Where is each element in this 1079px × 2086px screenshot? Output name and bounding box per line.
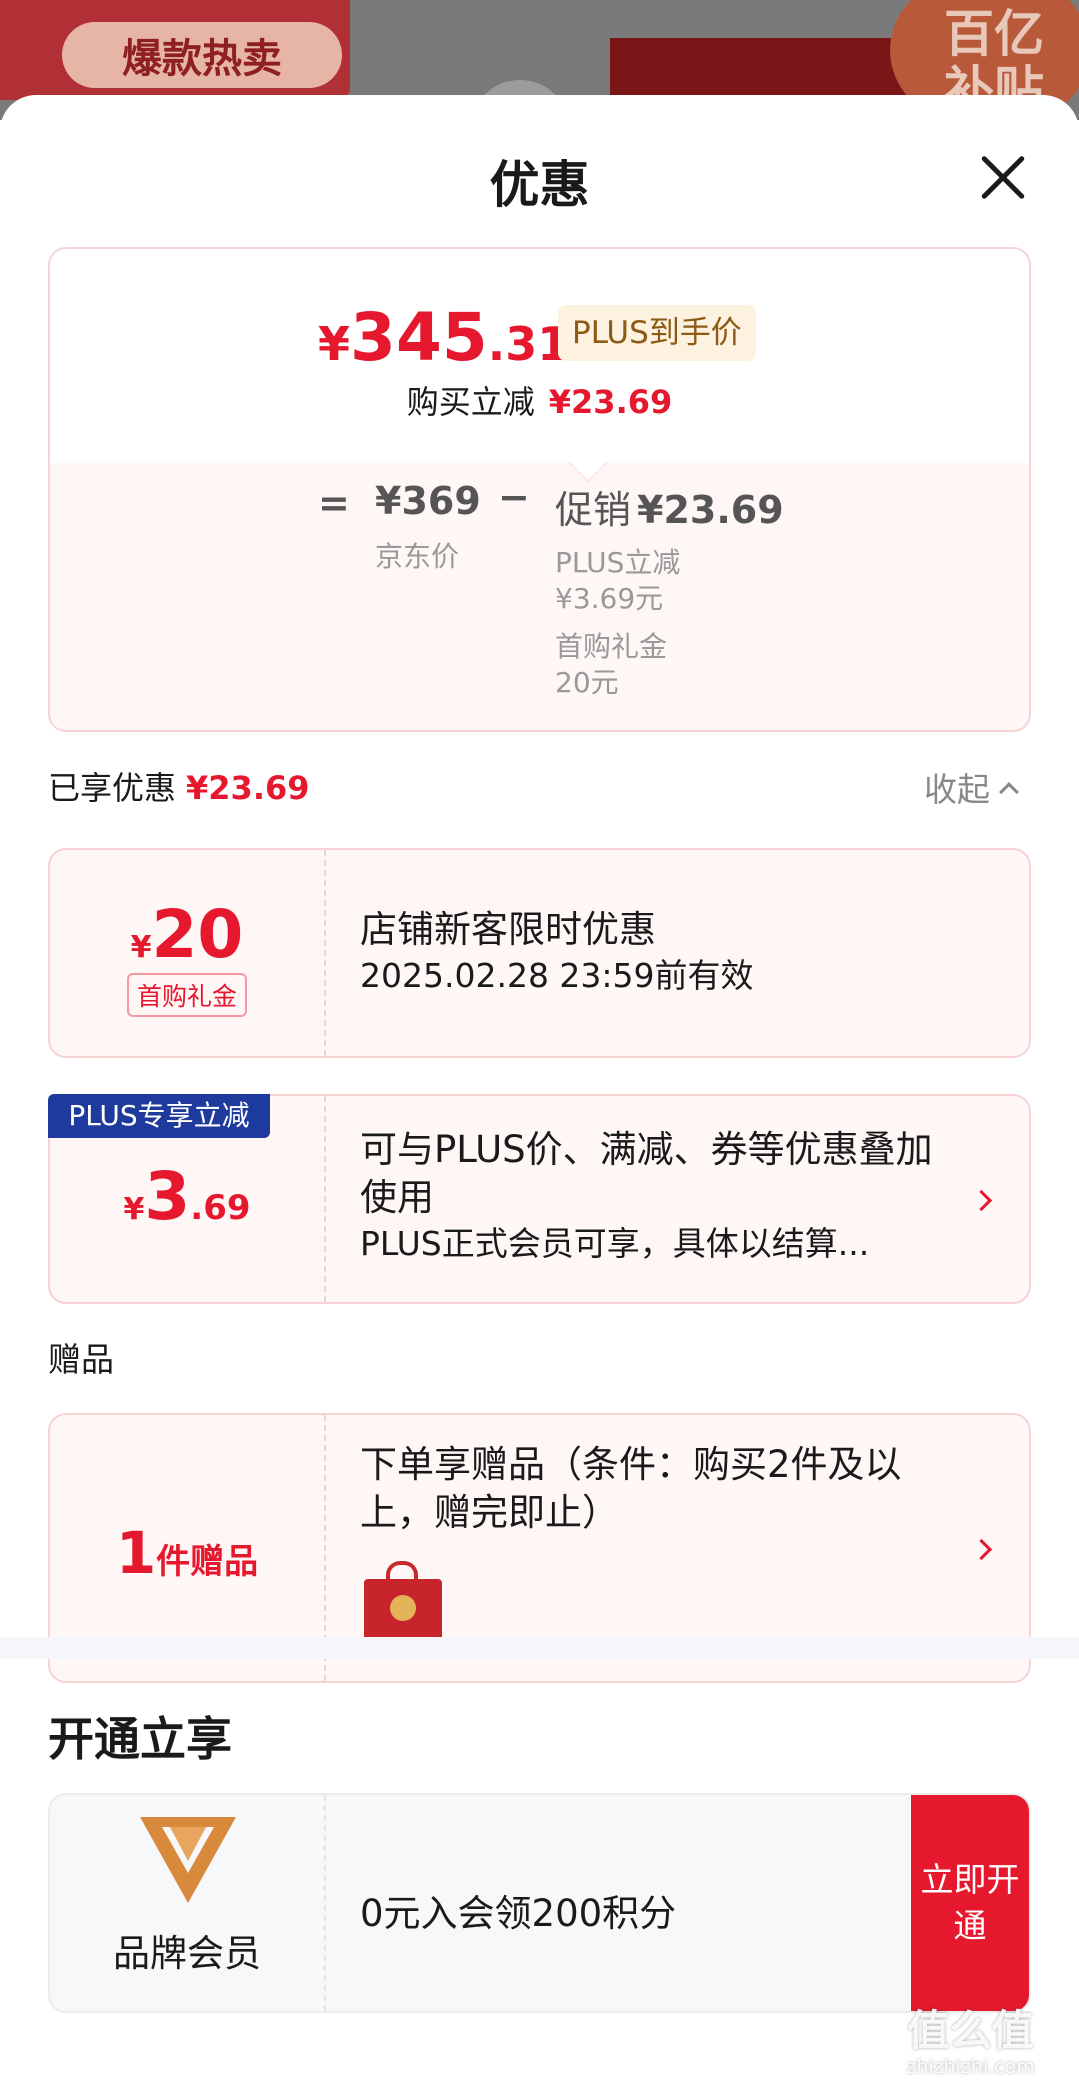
member-name: 品牌会员 [113, 1932, 261, 1975]
open-section-title: 开通立享 [48, 1712, 232, 1766]
chevron-right-icon[interactable] [970, 1189, 993, 1212]
coupon-amount: ¥20 [130, 896, 244, 973]
gift-section-label: 赠品 [48, 1340, 114, 1379]
coupon-title: 店铺新客限时优惠 [360, 908, 656, 951]
promo-detail-gift-value: 20元 [555, 666, 619, 699]
promo-total: 促销 ¥23.69 [555, 488, 784, 532]
coupon-condition: PLUS正式会员可享，具体以结算... [360, 1224, 870, 1263]
gift-title: 下单享赠品（条件：购买2件及以上，赠完即止） [360, 1443, 902, 1534]
promo-detail-gift-label: 首购礼金 [555, 630, 668, 663]
jd-price: ¥369 [375, 479, 481, 523]
plus-price-tag: PLUS到手价 [558, 305, 756, 361]
brand-v-logo-icon [140, 1817, 236, 1903]
chevron-up-icon [999, 782, 1019, 802]
enjoyed-discount: 已享优惠 ¥23.69 [48, 769, 310, 807]
coupon-plus-reduction[interactable]: PLUS专享立减 ¥3.69 可与PLUS价、满减、券等优惠叠加使用 PLUS正… [48, 1094, 1031, 1304]
site-watermark: 值么值 zhizhizhi.com [906, 2006, 1035, 2078]
jd-price-label: 京东价 [375, 540, 460, 573]
equals-sign: = [318, 481, 350, 525]
final-price: ¥345.31 [318, 299, 570, 376]
sheet-title: 优惠 [489, 156, 590, 214]
gift-bag-icon[interactable] [364, 1561, 442, 1645]
open-membership-button[interactable]: 立即开通 [911, 1795, 1029, 2011]
coupon-type-tag: 首购礼金 [126, 973, 247, 1017]
background-banner-pill: 爆款热卖 [62, 22, 342, 88]
promo-detail-plus-value: ¥3.69元 [555, 582, 664, 615]
minus-sign: − [498, 475, 530, 519]
coupon-title: 可与PLUS价、满减、券等优惠叠加使用 [360, 1128, 933, 1219]
brand-member-card[interactable]: 品牌会员 0元入会领200积分 立即开通 [48, 1793, 1031, 2013]
discount-sheet: 优惠 ¥345.31 PLUS到手价 购买立减 ¥23.69 = ¥369 京东价… [0, 95, 1079, 2086]
purchase-reduction: 购买立减 ¥23.69 [406, 383, 673, 421]
coupon-first-purchase[interactable]: ¥20 首购礼金 店铺新客限时优惠 2025.02.28 23:59前有效 [48, 848, 1031, 1058]
coupon-amount: ¥3.69 [123, 1158, 251, 1235]
close-icon[interactable] [968, 143, 1038, 213]
member-offer: 0元入会领200积分 [360, 1892, 677, 1935]
coupon-validity: 2025.02.28 23:59前有效 [360, 956, 754, 995]
gift-count: 1件赠品 [115, 1519, 259, 1587]
section-separator [0, 1637, 1079, 1659]
price-summary-card: ¥345.31 PLUS到手价 购买立减 ¥23.69 = ¥369 京东价 − … [48, 247, 1031, 732]
promo-detail-plus-label: PLUS立减 [555, 546, 681, 579]
collapse-toggle[interactable]: 收起 [924, 763, 1019, 811]
chevron-right-icon[interactable] [970, 1538, 993, 1561]
